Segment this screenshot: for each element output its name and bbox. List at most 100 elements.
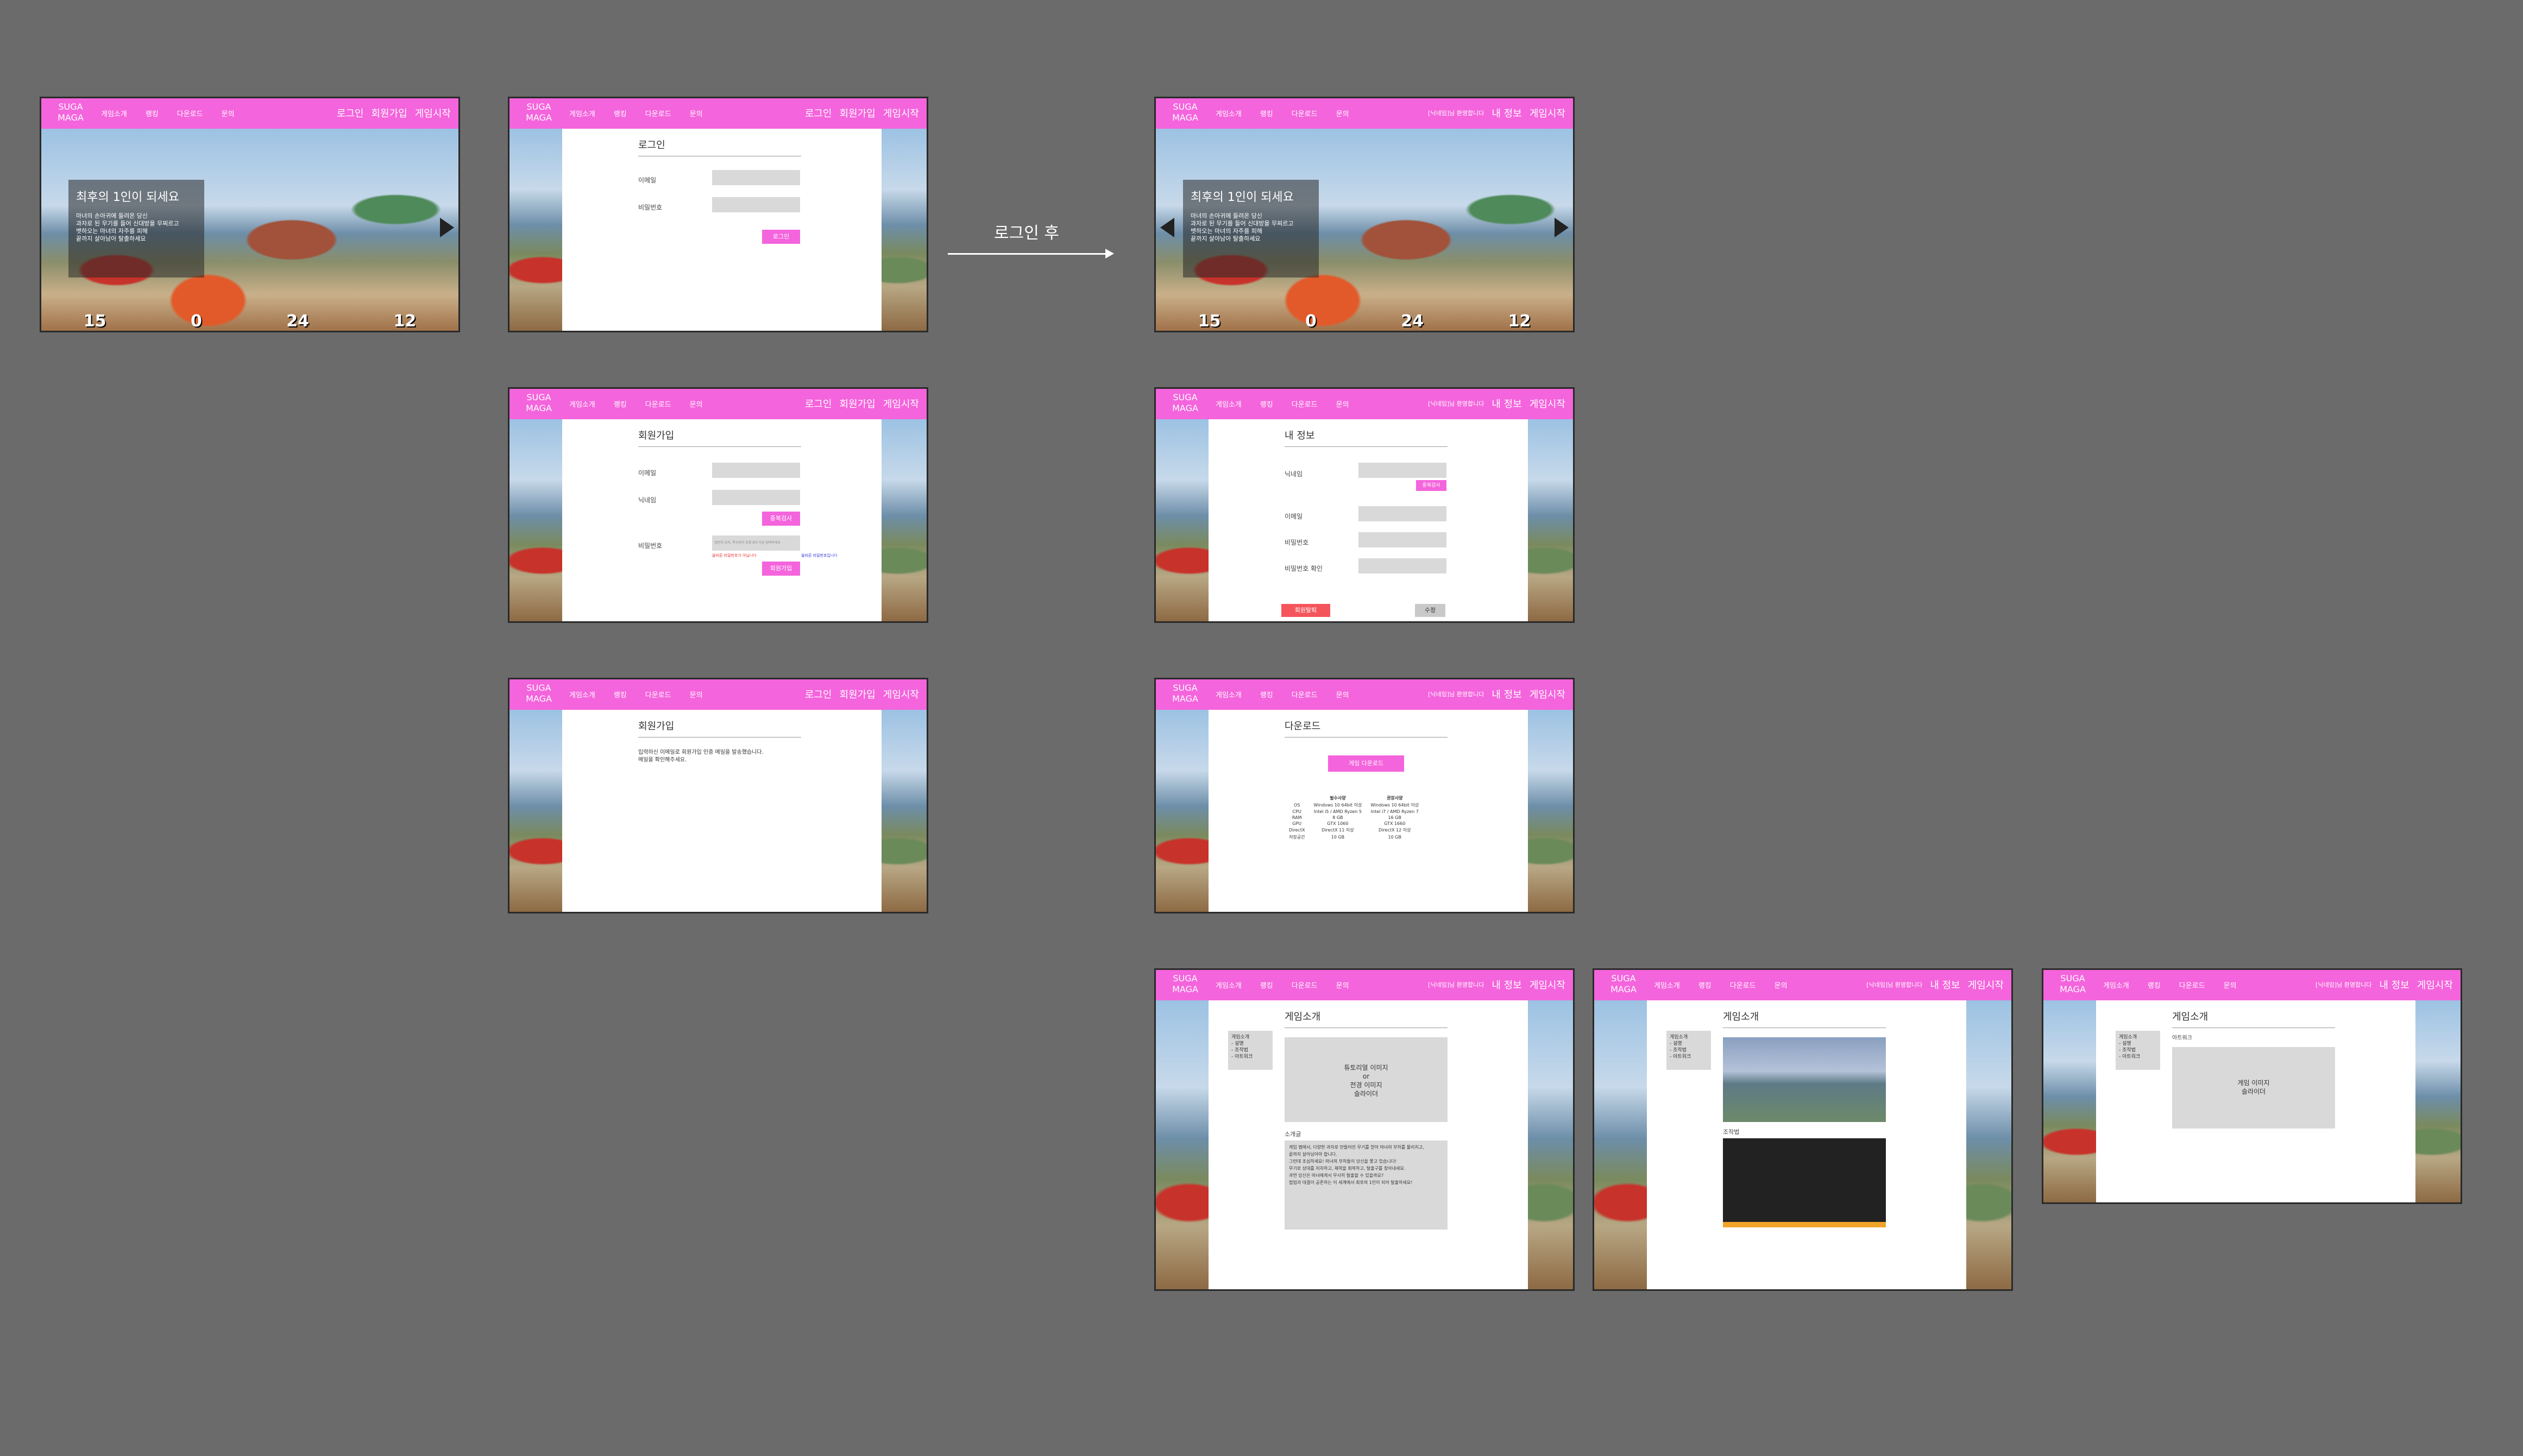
nav-item-ranking[interactable]: 랭킹 xyxy=(1260,689,1273,699)
nav-item-download[interactable]: 다운로드 xyxy=(645,689,671,699)
nav-item-ranking[interactable]: 랭킹 xyxy=(1698,980,1712,990)
slider-next-icon[interactable] xyxy=(440,218,454,237)
logo[interactable]: SUGA MAGA xyxy=(2051,973,2094,995)
sidebar-item[interactable]: - 조작법 xyxy=(2119,1047,2157,1054)
sidebar-item[interactable]: - 아트워크 xyxy=(2119,1054,2157,1060)
nav-item-contact[interactable]: 문의 xyxy=(2224,980,2237,990)
nav-item-ranking[interactable]: 랭킹 xyxy=(614,399,627,409)
download-button[interactable]: 게임 다운로드 xyxy=(1328,755,1404,772)
email-field[interactable] xyxy=(712,170,800,185)
email-field[interactable] xyxy=(712,463,800,478)
password-confirm-field[interactable] xyxy=(1358,558,1446,573)
signup-link[interactable]: 회원가입 xyxy=(840,106,876,120)
logo[interactable]: SUGA MAGA xyxy=(49,102,92,123)
nav-item-intro[interactable]: 게임소개 xyxy=(569,689,595,699)
sidebar-item[interactable]: - 조작법 xyxy=(1231,1047,1269,1054)
password-field[interactable] xyxy=(1358,532,1446,547)
myinfo-link[interactable]: 내 정보 xyxy=(1492,106,1521,120)
nav-item-download[interactable]: 다운로드 xyxy=(1292,980,1318,990)
sidebar-item[interactable]: - 아트워크 xyxy=(1670,1054,1708,1060)
nav-item-ranking[interactable]: 랭킹 xyxy=(146,108,159,118)
signup-link[interactable]: 회원가입 xyxy=(372,106,407,120)
nav-item-contact[interactable]: 문의 xyxy=(690,689,703,699)
start-game-link[interactable]: 게임시작 xyxy=(883,396,919,411)
nav-item-contact[interactable]: 문의 xyxy=(690,399,703,409)
nav-item-intro[interactable]: 게임소개 xyxy=(569,399,595,409)
password-field[interactable]: 영문자 숫자, 특수문자 포함 8자 이상 입력하세요 xyxy=(712,535,800,551)
sidebar-item[interactable]: - 설명 xyxy=(1670,1041,1708,1047)
sidebar-item[interactable]: 게임소개 xyxy=(1670,1034,1708,1041)
nav-item-ranking[interactable]: 랭킹 xyxy=(614,108,627,118)
start-game-link[interactable]: 게임시작 xyxy=(1530,106,1565,120)
duplicate-check-button[interactable]: 중복검사 xyxy=(1416,480,1446,491)
nav-item-intro[interactable]: 게임소개 xyxy=(1216,980,1242,990)
nav-item-download[interactable]: 다운로드 xyxy=(645,399,671,409)
duplicate-check-button[interactable]: 중복검사 xyxy=(762,512,800,526)
start-game-link[interactable]: 게임시작 xyxy=(2417,978,2453,992)
nav-item-contact[interactable]: 문의 xyxy=(1775,980,1788,990)
start-game-link[interactable]: 게임시작 xyxy=(1968,978,2004,992)
nav-item-ranking[interactable]: 랭킹 xyxy=(2148,980,2161,990)
start-game-link[interactable]: 게임시작 xyxy=(1530,687,1565,701)
login-link[interactable]: 로그인 xyxy=(337,106,364,120)
nav-item-download[interactable]: 다운로드 xyxy=(1292,399,1318,409)
sidebar-item[interactable]: - 설명 xyxy=(1231,1041,1269,1047)
nav-item-contact[interactable]: 문의 xyxy=(222,108,235,118)
nav-item-contact[interactable]: 문의 xyxy=(1336,689,1349,699)
start-game-link[interactable]: 게임시작 xyxy=(1530,978,1565,992)
logo[interactable]: SUGA MAGA xyxy=(517,683,561,704)
logo[interactable]: SUGA MAGA xyxy=(517,392,561,414)
password-field[interactable] xyxy=(712,197,800,212)
nav-item-download[interactable]: 다운로드 xyxy=(1292,108,1318,118)
nickname-field[interactable] xyxy=(1358,463,1446,478)
edit-button[interactable]: 수정 xyxy=(1415,604,1445,617)
nav-item-download[interactable]: 다운로드 xyxy=(645,108,671,118)
nav-item-intro[interactable]: 게임소개 xyxy=(101,108,127,118)
logo[interactable]: SUGA MAGA xyxy=(1163,392,1207,414)
nav-item-download[interactable]: 다운로드 xyxy=(177,108,203,118)
nav-item-contact[interactable]: 문의 xyxy=(690,108,703,118)
nav-item-intro[interactable]: 게임소개 xyxy=(1216,108,1242,118)
sidebar-item[interactable]: - 아트워크 xyxy=(1231,1054,1269,1060)
myinfo-link[interactable]: 내 정보 xyxy=(1492,978,1521,992)
login-link[interactable]: 로그인 xyxy=(805,687,832,701)
logo[interactable]: SUGA MAGA xyxy=(1602,973,1645,995)
nav-item-contact[interactable]: 문의 xyxy=(1336,399,1349,409)
logo[interactable]: SUGA MAGA xyxy=(1163,683,1207,704)
myinfo-link[interactable]: 내 정보 xyxy=(1492,687,1521,701)
signup-button[interactable]: 회원가입 xyxy=(762,562,800,576)
nav-item-download[interactable]: 다운로드 xyxy=(1730,980,1756,990)
logo[interactable]: SUGA MAGA xyxy=(1163,973,1207,995)
signup-link[interactable]: 회원가입 xyxy=(840,687,876,701)
nav-item-intro[interactable]: 게임소개 xyxy=(569,108,595,118)
logo[interactable]: SUGA MAGA xyxy=(517,102,561,123)
nav-item-intro[interactable]: 게임소개 xyxy=(1216,399,1242,409)
myinfo-link[interactable]: 내 정보 xyxy=(2379,978,2409,992)
nav-item-ranking[interactable]: 랭킹 xyxy=(614,689,627,699)
email-field[interactable] xyxy=(1358,506,1446,521)
withdraw-button[interactable]: 회원탈퇴 xyxy=(1281,604,1330,617)
start-game-link[interactable]: 게임시작 xyxy=(883,106,919,120)
sidebar-item[interactable]: 게임소개 xyxy=(1231,1034,1269,1041)
start-game-link[interactable]: 게임시작 xyxy=(1530,396,1565,411)
nav-item-contact[interactable]: 문의 xyxy=(1336,108,1349,118)
signup-link[interactable]: 회원가입 xyxy=(840,396,876,411)
nav-item-ranking[interactable]: 랭킹 xyxy=(1260,399,1273,409)
start-game-link[interactable]: 게임시작 xyxy=(883,687,919,701)
slider-next-icon[interactable] xyxy=(1555,218,1569,237)
myinfo-link[interactable]: 내 정보 xyxy=(1492,396,1521,411)
sidebar-item[interactable]: 게임소개 xyxy=(2119,1034,2157,1041)
myinfo-link[interactable]: 내 정보 xyxy=(1930,978,1960,992)
nickname-field[interactable] xyxy=(712,490,800,505)
login-button[interactable]: 로그인 xyxy=(762,230,800,244)
sidebar-item[interactable]: - 설명 xyxy=(2119,1041,2157,1047)
nav-item-ranking[interactable]: 랭킹 xyxy=(1260,980,1273,990)
nav-item-intro[interactable]: 게임소개 xyxy=(2103,980,2129,990)
login-link[interactable]: 로그인 xyxy=(805,396,832,411)
logo[interactable]: SUGA MAGA xyxy=(1163,102,1207,123)
start-game-link[interactable]: 게임시작 xyxy=(415,106,451,120)
nav-item-download[interactable]: 다운로드 xyxy=(1292,689,1318,699)
nav-item-ranking[interactable]: 랭킹 xyxy=(1260,108,1273,118)
login-link[interactable]: 로그인 xyxy=(805,106,832,120)
sidebar-item[interactable]: - 조작법 xyxy=(1670,1047,1708,1054)
